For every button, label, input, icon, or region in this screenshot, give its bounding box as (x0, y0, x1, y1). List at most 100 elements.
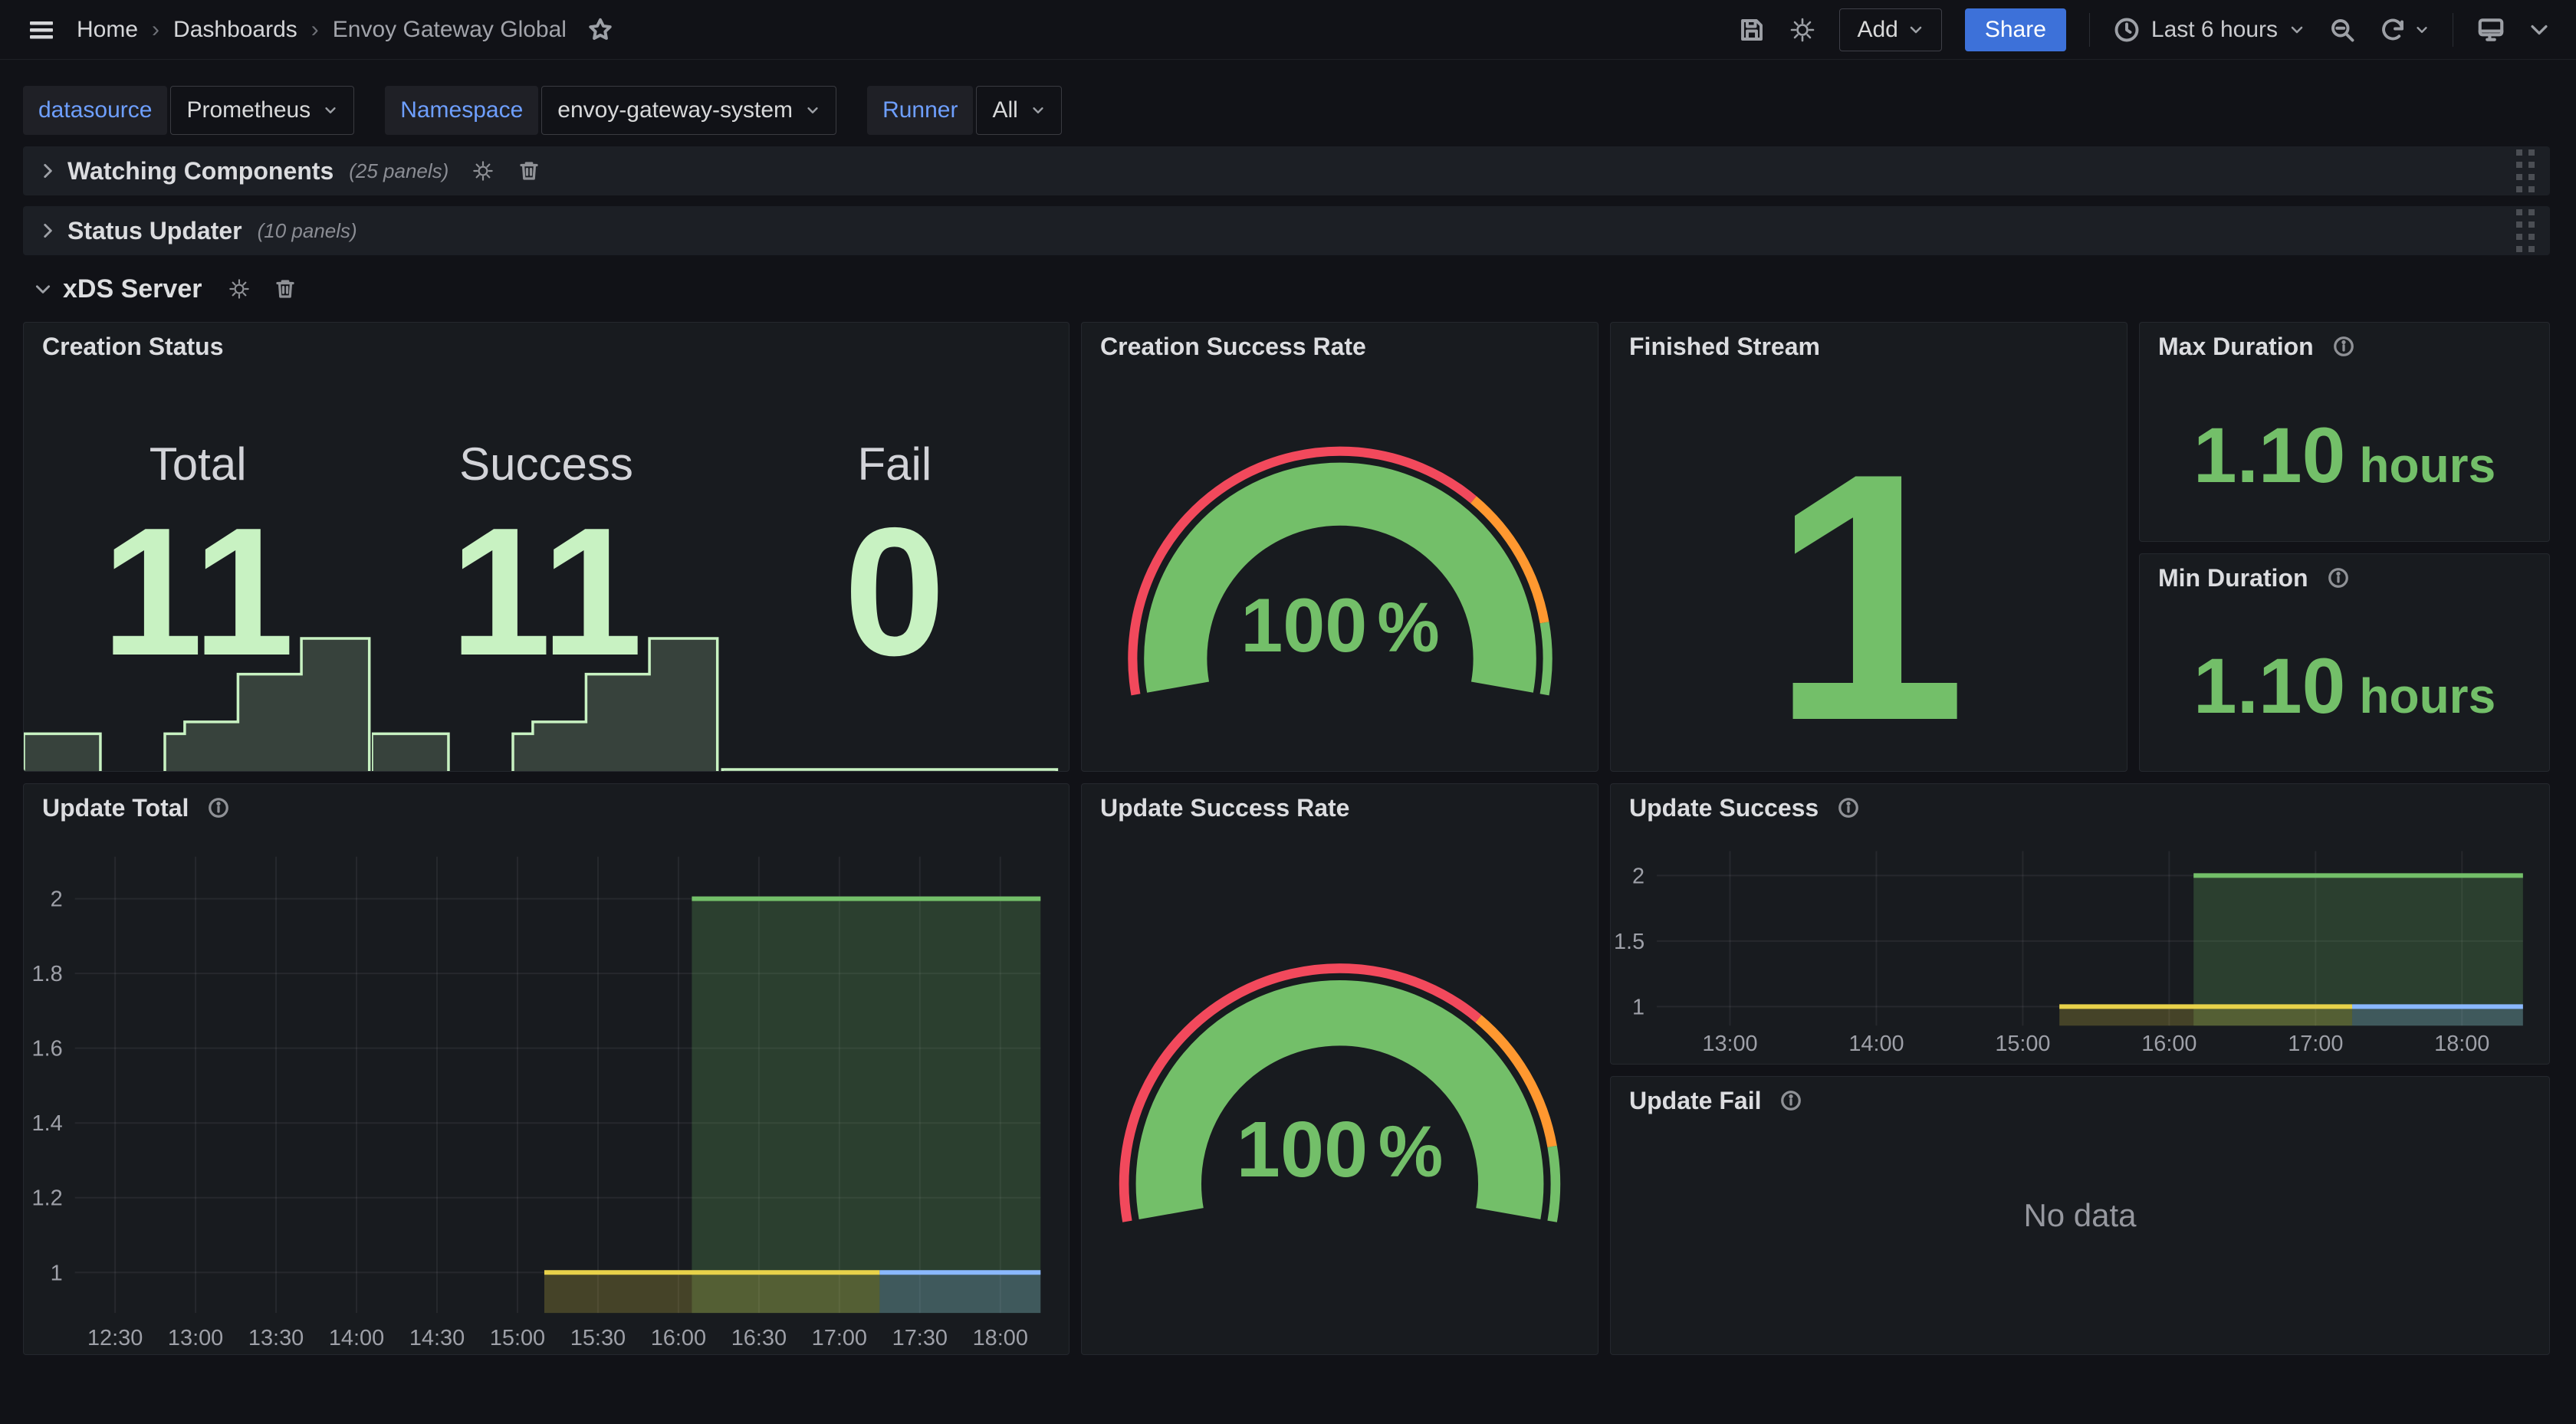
svg-text:12:30: 12:30 (87, 1326, 143, 1350)
divider (2089, 13, 2090, 47)
stat-label: Total (150, 438, 247, 491)
variable-namespace: Namespace envoy-gateway-system (385, 86, 836, 135)
creation-success-rate-gauge: 100% (1099, 437, 1582, 705)
update-total-chart[interactable]: 12:3013:0013:3014:0014:3015:0015:3016:00… (24, 784, 1069, 1354)
chevron-down-icon (2414, 22, 2430, 38)
refresh-button[interactable] (2379, 16, 2430, 44)
chevron-right-icon (38, 221, 57, 240)
stat-success: Success 11 (372, 370, 720, 771)
dashboard-settings-gear-icon[interactable] (1789, 16, 1816, 44)
max-duration-value: 1.10 (2193, 411, 2346, 500)
row-drag-handle[interactable] (2516, 209, 2535, 252)
variable-runner-value[interactable]: All (976, 86, 1061, 135)
panel-info-icon[interactable] (1837, 796, 1860, 819)
panel-update-success-rate: Update Success Rate 100% (1081, 783, 1598, 1355)
panel-creation-status: Creation Status Total 11 Success 11 Fail… (23, 322, 1070, 772)
row-delete-trash-icon[interactable] (518, 159, 540, 182)
row-settings-gear-icon[interactable] (228, 277, 251, 300)
panel-title[interactable]: Update Fail (1629, 1087, 1761, 1115)
variable-datasource-value[interactable]: Prometheus (170, 86, 354, 135)
row-xds-server[interactable]: xDS Server (34, 270, 297, 308)
chevron-down-icon (1030, 103, 1046, 118)
min-duration-value: 1.10 (2193, 641, 2346, 731)
stat-value: 11 (450, 501, 643, 684)
stat-total: Total 11 (24, 370, 372, 771)
panel-title[interactable]: Update Success (1629, 794, 1819, 822)
time-range-picker[interactable]: Last 6 hours (2113, 16, 2305, 44)
svg-text:15:00: 15:00 (1995, 1032, 2050, 1056)
svg-text:13:00: 13:00 (1702, 1032, 1757, 1056)
row-settings-gear-icon[interactable] (472, 159, 495, 182)
max-duration-unit: hours (2359, 437, 2496, 494)
panel-update-fail: Update Fail No data (1610, 1076, 2550, 1355)
row-status-updater[interactable]: Status Updater (10 panels) (23, 206, 2550, 255)
svg-text:16:00: 16:00 (2141, 1032, 2196, 1056)
save-dashboard-icon[interactable] (1738, 16, 1766, 44)
panel-title[interactable]: Min Duration (2158, 564, 2308, 592)
panel-info-icon[interactable] (1779, 1089, 1802, 1112)
chevron-down-icon (805, 103, 820, 118)
panel-info-icon[interactable] (207, 796, 230, 819)
share-button-label: Share (1985, 17, 2046, 43)
dashboard-variables: datasource Prometheus Namespace envoy-ga… (23, 86, 1062, 135)
variable-datasource-label[interactable]: datasource (23, 86, 167, 135)
breadcrumb-home[interactable]: Home (77, 17, 138, 43)
add-button[interactable]: Add (1839, 8, 1941, 51)
variable-namespace-label[interactable]: Namespace (385, 86, 538, 135)
row-drag-handle[interactable] (2516, 149, 2535, 192)
chevron-down-icon[interactable] (2528, 19, 2550, 41)
svg-text:2: 2 (51, 888, 63, 912)
svg-text:1: 1 (51, 1261, 63, 1285)
panel-title[interactable]: Creation Success Rate (1100, 333, 1366, 361)
row-panel-count: (10 panels) (258, 219, 357, 243)
creation-status-stats: Total 11 Success 11 Fail 0 (24, 370, 1069, 771)
kiosk-monitor-icon[interactable] (2476, 15, 2505, 44)
svg-text:1.6: 1.6 (32, 1037, 63, 1061)
panel-title[interactable]: Finished Stream (1629, 333, 1820, 361)
row-delete-trash-icon[interactable] (274, 277, 297, 300)
svg-text:16:30: 16:30 (731, 1326, 787, 1350)
stat-value: 11 (101, 501, 294, 684)
panel-title[interactable]: Update Success Rate (1100, 794, 1349, 822)
variable-runner-label[interactable]: Runner (867, 86, 973, 135)
stat-label: Success (459, 438, 633, 491)
svg-text:18:00: 18:00 (2434, 1032, 2489, 1056)
chevron-right-icon (38, 162, 57, 180)
add-button-label: Add (1857, 17, 1898, 43)
chevron-down-icon (323, 103, 338, 118)
top-nav: Home › Dashboards › Envoy Gateway Global… (0, 0, 2576, 60)
hamburger-menu-icon[interactable] (26, 15, 57, 45)
no-data-message: No data (2023, 1197, 2136, 1234)
svg-text:1.4: 1.4 (32, 1111, 63, 1136)
variable-datasource: datasource Prometheus (23, 86, 354, 135)
min-duration-unit: hours (2359, 668, 2496, 724)
panel-min-duration: Min Duration 1.10 hours (2139, 553, 2550, 772)
panel-info-icon[interactable] (2327, 566, 2350, 589)
variable-runner: Runner All (867, 86, 1062, 135)
finished-stream-value: 1 (1771, 403, 1967, 739)
panel-title[interactable]: Creation Status (42, 333, 223, 361)
panel-title[interactable]: Max Duration (2158, 333, 2314, 361)
panel-update-success: 13:0014:0015:0016:0017:0018:0021.51 Upda… (1610, 783, 2550, 1065)
breadcrumb-separator-icon: › (311, 17, 319, 43)
zoom-out-time-icon[interactable] (2328, 16, 2356, 44)
svg-text:14:00: 14:00 (329, 1326, 384, 1350)
stat-fail: Fail 0 (721, 370, 1069, 771)
row-watching-components[interactable]: Watching Components (25 panels) (23, 146, 2550, 195)
svg-text:14:00: 14:00 (1848, 1032, 1904, 1056)
share-button[interactable]: Share (1965, 8, 2066, 51)
breadcrumb-separator-icon: › (152, 17, 159, 43)
variable-namespace-value[interactable]: envoy-gateway-system (541, 86, 836, 135)
chevron-down-icon (2288, 21, 2305, 38)
favorite-star-icon[interactable] (586, 16, 614, 44)
panel-title[interactable]: Update Total (42, 794, 189, 822)
refresh-icon (2379, 16, 2407, 44)
svg-text:14:30: 14:30 (409, 1326, 465, 1350)
svg-text:13:30: 13:30 (248, 1326, 304, 1350)
panel-info-icon[interactable] (2332, 335, 2355, 358)
breadcrumb-dashboards[interactable]: Dashboards (173, 17, 297, 43)
svg-text:2: 2 (1632, 864, 1644, 888)
row-title: xDS Server (63, 274, 202, 304)
panel-finished-stream: Finished Stream 1 (1610, 322, 2128, 772)
variable-runner-current: All (992, 97, 1017, 123)
